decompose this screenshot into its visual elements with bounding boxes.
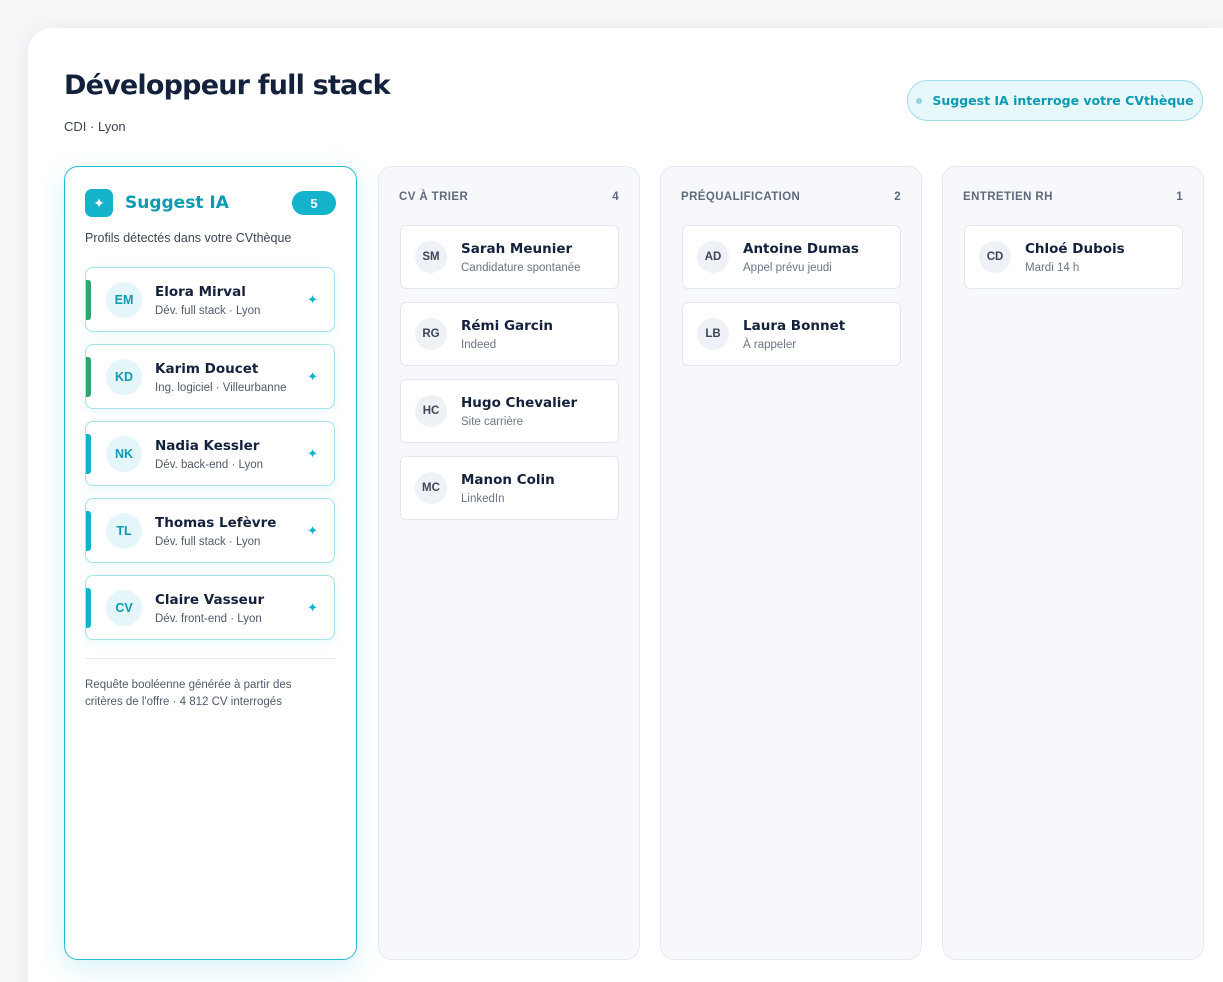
column-title: ENTRETIEN RH <box>963 191 1053 203</box>
avatar: NK <box>106 435 142 472</box>
candidate-card[interactable]: MC Manon Colin LinkedIn <box>400 456 619 520</box>
column-header: ENTRETIEN RH 1 <box>963 191 1183 203</box>
candidate-status: À rappeler <box>743 339 797 351</box>
avatar: MC <box>415 472 447 504</box>
candidate-name: Rémi Garcin <box>461 318 554 334</box>
suggested-profile-card[interactable]: KD Karim Doucet Ing. logiciel · Villeurb… <box>85 344 335 409</box>
candidate-name: Hugo Chevalier <box>461 395 578 411</box>
column-title: PRÉQUALIFICATION <box>681 191 801 203</box>
column-count: 4 <box>612 191 619 203</box>
avatar: CV <box>106 589 142 626</box>
add-sparkle-icon[interactable]: ✦ <box>307 523 318 539</box>
suggest-ia-status-pill[interactable]: Suggest IA interroge votre CVthèque <box>907 80 1203 121</box>
candidate-name: Sarah Meunier <box>461 241 573 257</box>
candidate-source: LinkedIn <box>461 493 505 505</box>
avatar: LB <box>697 318 729 350</box>
suggested-profile-card[interactable]: EM Elora Mirval Dév. full stack · Lyon ✦ <box>85 267 335 332</box>
page-title: Développeur full stack <box>64 70 391 101</box>
candidate-card[interactable]: LB Laura Bonnet À rappeler <box>682 302 901 366</box>
candidate-name: Manon Colin <box>461 472 555 488</box>
sparkle-icon: ✦ <box>85 189 113 217</box>
suggested-profile-card[interactable]: CV Claire Vasseur Dév. front-end · Lyon … <box>85 575 335 640</box>
candidate-card[interactable]: HC Hugo Chevalier Site carrière <box>400 379 619 443</box>
candidate-card[interactable]: SM Sarah Meunier Candidature spontanée <box>400 225 619 289</box>
add-sparkle-icon[interactable]: ✦ <box>307 600 318 616</box>
status-dot-icon <box>916 97 923 104</box>
card-list: AD Antoine Dumas Appel prévu jeudi LB La… <box>682 225 901 379</box>
ia-pill-label: Suggest IA interroge votre CVthèque <box>932 93 1194 108</box>
suggest-ia-title: Suggest IA <box>125 193 229 213</box>
avatar: CD <box>979 241 1011 273</box>
column-title: CV À TRIER <box>399 191 469 203</box>
avatar: SM <box>415 241 447 273</box>
avatar: TL <box>106 512 142 549</box>
avatar: EM <box>106 281 142 318</box>
job-subtitle: CDI · Lyon <box>64 119 126 134</box>
kanban-column-prequalification: PRÉQUALIFICATION 2 AD Antoine Dumas Appe… <box>660 166 922 960</box>
match-indicator <box>86 588 91 628</box>
column-header: PRÉQUALIFICATION 2 <box>681 191 901 203</box>
avatar: HC <box>415 395 447 427</box>
column-header: CV À TRIER 4 <box>399 191 619 203</box>
candidate-name: Laura Bonnet <box>743 318 846 334</box>
suggest-count-badge: 5 <box>292 191 336 215</box>
candidate-source: Site carrière <box>461 416 523 428</box>
candidate-status: Appel prévu jeudi <box>743 262 832 274</box>
suggest-ia-column: ✦ Suggest IA 5 Profils détectés dans vot… <box>64 166 357 960</box>
add-sparkle-icon[interactable]: ✦ <box>307 292 318 308</box>
interview-time: Mardi 14 h <box>1025 262 1080 274</box>
main-panel: Développeur full stack CDI · Lyon Sugges… <box>28 28 1223 982</box>
suggest-list: EM Elora Mirval Dév. full stack · Lyon ✦… <box>85 267 335 652</box>
match-indicator <box>86 357 91 397</box>
add-sparkle-icon[interactable]: ✦ <box>307 446 318 462</box>
match-indicator <box>86 511 91 551</box>
suggested-profile-card[interactable]: TL Thomas Lefèvre Dév. full stack · Lyon… <box>85 498 335 563</box>
candidate-card[interactable]: CD Chloé Dubois Mardi 14 h <box>964 225 1183 289</box>
suggest-ia-header: ✦ Suggest IA 5 <box>85 189 336 217</box>
column-count: 1 <box>1176 191 1183 203</box>
card-list: CD Chloé Dubois Mardi 14 h <box>964 225 1183 302</box>
candidate-card[interactable]: AD Antoine Dumas Appel prévu jeudi <box>682 225 901 289</box>
candidate-source: Candidature spontanée <box>461 262 581 274</box>
candidate-name: Chloé Dubois <box>1025 241 1125 257</box>
kanban-column-cv-a-trier: CV À TRIER 4 SM Sarah Meunier Candidatur… <box>378 166 640 960</box>
card-list: SM Sarah Meunier Candidature spontanée R… <box>400 225 619 533</box>
suggest-ia-subtitle: Profils détectés dans votre CVthèque <box>85 231 292 245</box>
candidate-source: Indeed <box>461 339 497 351</box>
add-sparkle-icon[interactable]: ✦ <box>307 369 318 385</box>
avatar: RG <box>415 318 447 350</box>
match-indicator <box>86 434 91 474</box>
divider <box>85 658 336 659</box>
avatar: AD <box>697 241 729 273</box>
match-indicator <box>86 280 91 320</box>
column-count: 2 <box>894 191 901 203</box>
suggested-profile-card[interactable]: NK Nadia Kessler Dév. back-end · Lyon ✦ <box>85 421 335 486</box>
candidate-card[interactable]: RG Rémi Garcin Indeed <box>400 302 619 366</box>
avatar: KD <box>106 358 142 395</box>
suggest-footer-note: Requête booléenne générée à partir des c… <box>85 679 292 708</box>
kanban-column-entretien-rh: ENTRETIEN RH 1 CD Chloé Dubois Mardi 14 … <box>942 166 1204 960</box>
candidate-name: Antoine Dumas <box>743 241 859 257</box>
